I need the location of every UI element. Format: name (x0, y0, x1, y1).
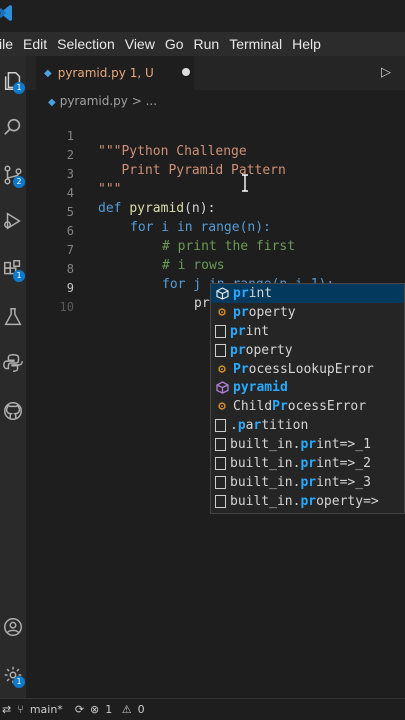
menu-help[interactable]: Help (287, 36, 326, 52)
run-file-icon[interactable]: ▷ (381, 65, 391, 80)
code-line: 1 """Python Challenge (26, 114, 405, 159)
code-line: 6 # print the first (26, 209, 405, 254)
menu-terminal[interactable]: Terminal (224, 36, 287, 52)
suggestion-item[interactable]: . p a r tition (211, 416, 404, 435)
code-line: 8 for j in range(n-i-1): (26, 247, 405, 292)
suggestion-item[interactable]: pr int (211, 322, 404, 341)
suggestion-item[interactable]: pr int (211, 284, 404, 303)
github-button[interactable] (0, 396, 26, 426)
breadcrumb-rest[interactable]: > ... (132, 94, 157, 108)
warning-icon: ⚠ (121, 703, 132, 716)
class-icon: ⚙ (218, 361, 226, 377)
python-button[interactable] (0, 348, 26, 378)
tab-strip: ◆ pyramid.py 1, U ▷ (26, 56, 405, 90)
error-icon: ⊗ (90, 703, 100, 716)
flask-icon (4, 308, 22, 326)
testing-button[interactable] (0, 302, 26, 332)
menu-edit[interactable]: Edit (18, 36, 52, 52)
text-snippet-icon (215, 438, 226, 452)
menu-selection[interactable]: Selection (52, 36, 120, 52)
settings-badge: 1 (13, 676, 25, 688)
suggestion-item[interactable]: pyramid (211, 378, 404, 397)
remote-icon[interactable]: ⇄ (2, 703, 11, 716)
method-icon (215, 381, 229, 395)
branch-icon: ⑂ (17, 703, 24, 716)
account-icon (4, 618, 22, 636)
menu-bar: ile Edit Selection View Go Run Terminal … (0, 32, 405, 56)
branch-indicator[interactable]: ⑂ main* (17, 703, 69, 716)
suggestion-item[interactable]: built_in. pr int=>_2 (211, 454, 404, 473)
text-snippet-icon (215, 494, 226, 508)
suggestion-item[interactable]: ⚙ Child Pr ocessError (211, 397, 404, 416)
breadcrumb-file[interactable]: pyramid.py (60, 94, 128, 108)
tab-pyramid-py[interactable]: ◆ pyramid.py 1, U (36, 56, 194, 90)
code-line: 2 Print Pyramid Pattern (26, 133, 405, 178)
settings-button[interactable]: 1 (0, 660, 26, 690)
text-snippet-icon (215, 475, 226, 489)
sync-icon[interactable]: ⟳ (75, 703, 84, 716)
autocomplete-list: pr int ⚙ pr operty pr int pr operty ⚙ Pr oces… (210, 283, 405, 514)
menu-file[interactable]: ile (0, 36, 18, 52)
search-button[interactable] (0, 112, 26, 142)
python-icon (3, 354, 23, 372)
explorer-badge: 1 (13, 82, 25, 94)
line-number: 10 (59, 300, 74, 314)
source-control-badge: 2 (13, 176, 25, 188)
code-line: 7 # i rows (26, 228, 405, 273)
menu-go[interactable]: Go (160, 36, 189, 52)
activity-bar: 1 2 1 1 (0, 56, 26, 698)
status-bar: ⇄ ⑂ main* ⟳ ⊗ 1 ⚠ 0 (0, 698, 405, 720)
text-snippet-icon (215, 419, 226, 433)
title-bar (0, 0, 405, 32)
suggestion-item[interactable]: built_in. pr operty=> (211, 492, 404, 511)
run-debug-button[interactable] (0, 206, 26, 236)
code-line: 4 def pyramid(n): (26, 171, 405, 216)
github-icon (4, 402, 22, 420)
extensions-button[interactable]: 1 (0, 254, 26, 284)
source-control-button[interactable]: 2 (0, 160, 26, 190)
accounts-button[interactable] (0, 612, 26, 642)
class-icon: ⚙ (218, 399, 226, 415)
code-line: 5 for i in range(n): (26, 190, 405, 235)
suggestion-item[interactable]: built_in. pr int=>_1 (211, 435, 404, 454)
menu-run[interactable]: Run (189, 36, 225, 52)
tab-label: pyramid.py 1, U (57, 66, 154, 80)
python-file-icon: ◆ (44, 67, 52, 79)
suggestion-item[interactable]: ⚙ pr operty (211, 303, 404, 322)
suggestion-item[interactable]: built_in. pr int=>_3 (211, 473, 404, 492)
run-debug-icon (4, 212, 21, 230)
text-snippet-icon (215, 324, 226, 338)
code-line: 3 """ (26, 152, 405, 197)
extensions-badge: 1 (13, 270, 25, 282)
unsaved-dot-icon[interactable] (182, 68, 190, 76)
problems-indicator[interactable]: ⊗ 1 ⚠ 0 (90, 703, 151, 716)
text-snippet-icon (215, 343, 226, 357)
vscode-logo-icon (0, 5, 12, 21)
text-snippet-icon (215, 456, 226, 470)
breadcrumb: ◆ pyramid.py > ... (48, 94, 157, 108)
search-icon (4, 118, 21, 135)
python-file-icon: ◆ (48, 97, 56, 108)
cube-icon (215, 286, 229, 300)
suggestion-item[interactable]: ⚙ Pr ocessLookupError (211, 360, 404, 379)
suggestion-item[interactable]: pr operty (211, 341, 404, 360)
class-icon: ⚙ (218, 304, 226, 320)
menu-view[interactable]: View (120, 36, 160, 52)
explorer-button[interactable]: 1 (0, 66, 26, 96)
